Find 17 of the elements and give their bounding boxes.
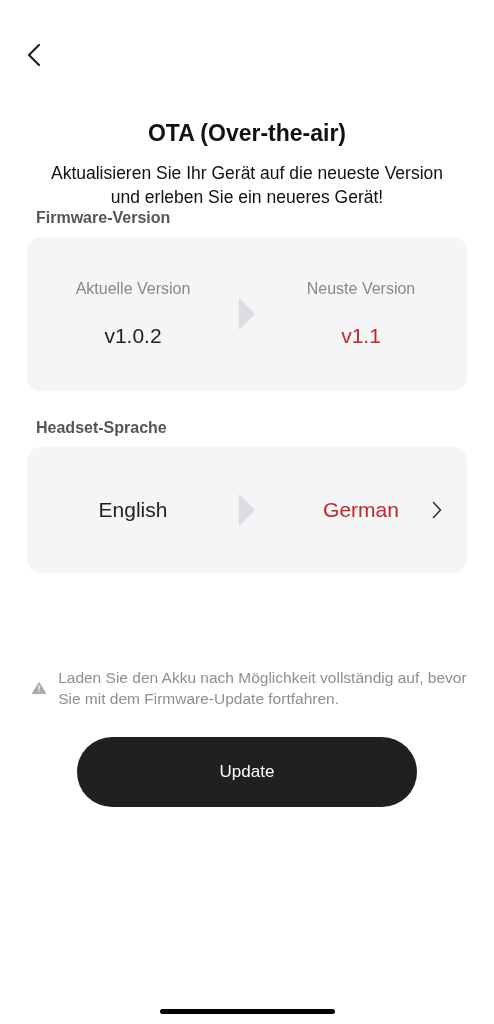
section-label: Firmware-Version bbox=[36, 209, 172, 227]
page-subtitle: Aktualisieren Sie Ihr Gerät auf die neueste Version und erleben Sie ein neueres Gerät! bbox=[49, 162, 444, 209]
current-version: v1.0.2 bbox=[104, 324, 162, 348]
version-caption: Neuste Version bbox=[306, 280, 416, 298]
section-label: Headset-Sprache bbox=[36, 419, 168, 437]
warning-text: Laden Sie den Akku nach Möglichkeit vollständig auf, bevor Sie mit dem Firmware-Update fortfahren. bbox=[58, 668, 467, 709]
chevron-right-icon bbox=[432, 501, 442, 519]
current-language: English bbox=[98, 498, 168, 522]
target-language: German bbox=[323, 498, 399, 522]
version-caption: Aktuelle Version bbox=[75, 280, 191, 298]
back-icon bbox=[27, 43, 41, 67]
triangle-arrow-icon bbox=[239, 494, 255, 526]
triangle-arrow-icon bbox=[239, 298, 255, 330]
latest-version: v1.1 bbox=[341, 324, 381, 348]
update-button[interactable]: Update bbox=[77, 737, 417, 807]
page-title: OTA (Over-the-air) bbox=[146, 120, 348, 147]
language-card[interactable]: English German bbox=[27, 447, 467, 573]
